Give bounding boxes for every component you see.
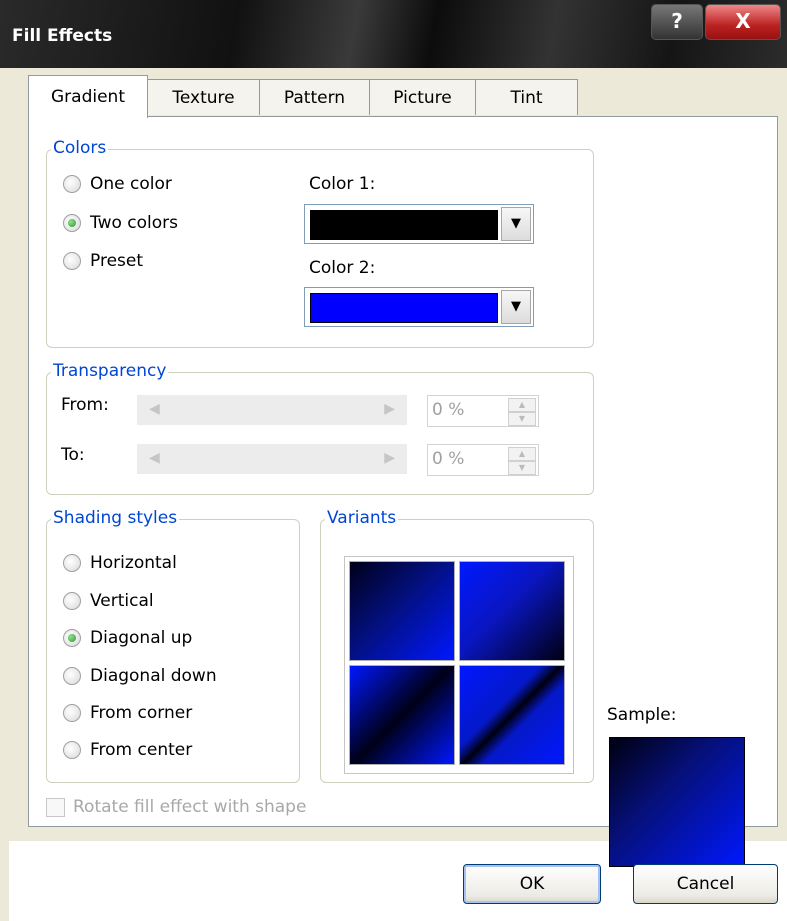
radio-label: Two colors (90, 213, 178, 233)
to-label: To: (61, 445, 85, 465)
radio-from-corner[interactable]: From corner (63, 703, 192, 723)
arrow-left-icon: ◀ (149, 401, 160, 417)
help-button[interactable]: ? (651, 4, 703, 40)
variant-1[interactable] (349, 561, 455, 661)
spinner-buttons[interactable]: ▲ ▼ (508, 447, 536, 475)
radio-indicator (63, 592, 81, 610)
variants-legend: Variants (325, 508, 399, 528)
radio-two-colors[interactable]: Two colors (63, 213, 178, 233)
color1-label: Color 1: (309, 174, 376, 194)
radio-horizontal[interactable]: Horizontal (63, 553, 177, 573)
transparency-legend: Transparency (51, 361, 169, 381)
variants-grid (344, 556, 574, 774)
radio-label: Diagonal up (90, 628, 193, 648)
radio-label: Diagonal down (90, 666, 217, 686)
radio-indicator (63, 629, 81, 647)
arrow-up-icon[interactable]: ▲ (508, 447, 536, 461)
cancel-button[interactable]: Cancel (633, 864, 778, 904)
from-spinner[interactable]: 0 % ▲ ▼ (427, 395, 539, 427)
colors-legend: Colors (51, 138, 109, 158)
radio-label: Horizontal (90, 553, 177, 573)
tab-tint[interactable]: Tint (475, 79, 578, 115)
sample-label: Sample: (607, 705, 677, 725)
radio-diagonal-down[interactable]: Diagonal down (63, 666, 217, 686)
radio-indicator (63, 214, 81, 232)
rotate-fill-checkbox[interactable]: Rotate fill effect with shape (46, 797, 306, 817)
from-slider[interactable]: ◀ ▶ (137, 395, 407, 425)
variant-3[interactable] (349, 665, 455, 765)
color2-dropdown[interactable]: ▼ (304, 287, 534, 327)
radio-vertical[interactable]: Vertical (63, 591, 154, 611)
sample-preview (609, 737, 745, 867)
spinner-buttons[interactable]: ▲ ▼ (508, 398, 536, 426)
tab-picture[interactable]: Picture (369, 79, 476, 115)
radio-indicator (63, 554, 81, 572)
color2-swatch (310, 293, 498, 323)
radio-label: Vertical (90, 591, 154, 611)
radio-diagonal-up[interactable]: Diagonal up (63, 628, 192, 648)
radio-label: From center (90, 740, 193, 760)
arrow-right-icon: ▶ (384, 401, 395, 417)
chevron-down-icon[interactable]: ▼ (501, 290, 531, 324)
variant-2[interactable] (459, 561, 565, 661)
tab-pattern[interactable]: Pattern (259, 79, 370, 115)
checkbox-label: Rotate fill effect with shape (73, 797, 307, 817)
transparency-group: Transparency From: ◀ ▶ 0 % ▲ ▼ To: ◀ ▶ 0… (46, 361, 594, 495)
radio-preset[interactable]: Preset (63, 251, 143, 271)
window-title: Fill Effects (12, 26, 113, 46)
fill-effects-dialog: Fill Effects ? X Gradient Texture Patter… (0, 0, 787, 921)
radio-label: One color (90, 174, 172, 194)
variants-group: Variants (320, 508, 594, 783)
radio-label: From corner (90, 703, 193, 723)
tab-gradient[interactable]: Gradient (28, 75, 148, 118)
radio-indicator (63, 667, 81, 685)
ok-button[interactable]: OK (463, 864, 601, 904)
arrow-left-icon: ◀ (149, 450, 160, 466)
color2-label: Color 2: (309, 258, 376, 278)
gradient-panel: Colors One color Two colors Preset Color… (28, 116, 778, 867)
colors-group: Colors One color Two colors Preset Color… (46, 138, 594, 348)
radio-indicator (63, 741, 81, 759)
shading-styles-group: Shading styles Horizontal Vertical Diago… (46, 508, 300, 783)
variant-4[interactable] (459, 665, 565, 765)
color1-dropdown[interactable]: ▼ (304, 204, 534, 244)
arrow-right-icon: ▶ (384, 450, 395, 466)
title-bar[interactable]: Fill Effects ? X (0, 0, 787, 68)
arrow-up-icon[interactable]: ▲ (508, 398, 536, 412)
from-label: From: (61, 395, 109, 415)
radio-one-color[interactable]: One color (63, 174, 172, 194)
radio-label: Preset (90, 251, 144, 271)
to-value: 0 % (432, 449, 465, 469)
arrow-down-icon[interactable]: ▼ (508, 412, 536, 426)
tab-area: Gradient Texture Pattern Picture Tint Co… (9, 68, 787, 867)
chevron-down-icon[interactable]: ▼ (501, 207, 531, 241)
dialog-client: Gradient Texture Pattern Picture Tint Co… (9, 68, 787, 921)
color1-swatch (310, 210, 498, 240)
checkbox-box (46, 797, 65, 817)
arrow-down-icon[interactable]: ▼ (508, 461, 536, 475)
close-button[interactable]: X (705, 4, 781, 40)
from-value: 0 % (432, 400, 465, 420)
to-slider[interactable]: ◀ ▶ (137, 444, 407, 474)
radio-indicator (63, 252, 81, 270)
radio-indicator (63, 704, 81, 722)
shading-styles-legend: Shading styles (51, 508, 180, 528)
tab-texture[interactable]: Texture (147, 79, 260, 115)
radio-from-center[interactable]: From center (63, 740, 192, 760)
radio-indicator (63, 175, 81, 193)
to-spinner[interactable]: 0 % ▲ ▼ (427, 444, 539, 476)
